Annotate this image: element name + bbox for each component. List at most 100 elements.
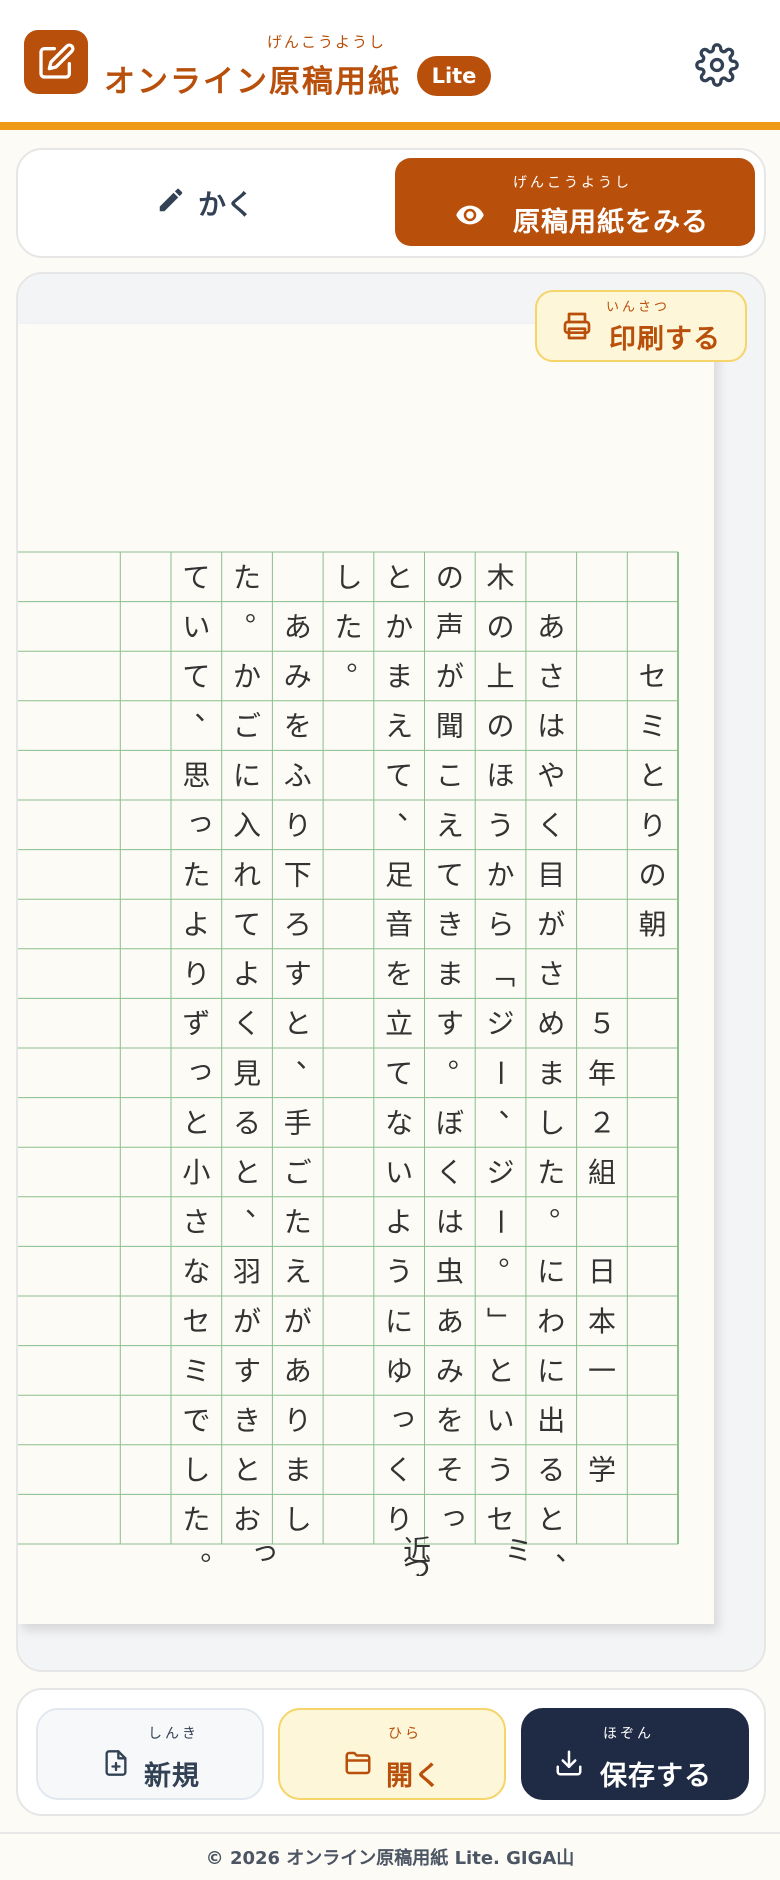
manuscript-char: セ <box>487 1503 515 1536</box>
manuscript-char: と <box>487 1354 515 1387</box>
manuscript-char: ろ <box>284 908 312 941</box>
manuscript-char: え <box>284 1255 312 1288</box>
manuscript-char: ま <box>385 660 413 693</box>
manuscript-char: か <box>385 610 413 643</box>
manuscript-char: う <box>487 809 515 842</box>
manuscript-char: 出 <box>537 1404 565 1437</box>
manuscript-char: ミ <box>182 1354 210 1387</box>
manuscript-char: ２ <box>588 1106 616 1139</box>
manuscript-char: し <box>537 1106 565 1139</box>
manuscript-char: り <box>385 1503 413 1536</box>
manuscript-char: こ <box>436 759 464 792</box>
manuscript-char: ぼ <box>436 1106 464 1139</box>
manuscript-char: ふ <box>284 759 312 792</box>
manuscript-char: し <box>284 1503 312 1536</box>
manuscript-char: め <box>537 1007 565 1040</box>
lite-badge: Lite <box>417 56 491 96</box>
manuscript-char: 本 <box>588 1305 616 1338</box>
manuscript-char: ほ <box>487 759 515 792</box>
manuscript-char: の <box>487 610 515 643</box>
manuscript-char: が <box>537 908 565 941</box>
download-icon <box>553 1748 585 1782</box>
app-title: オンライン原稿用紙 <box>104 64 401 100</box>
manuscript-char: て <box>182 660 210 693</box>
manuscript-char: と <box>639 759 667 792</box>
manuscript-char: セ <box>182 1305 210 1338</box>
manuscript-char: 組 <box>588 1156 616 1189</box>
gear-icon[interactable] <box>692 40 742 90</box>
tab-view-ruby: げんこうようし <box>513 175 632 191</box>
save-button[interactable]: ほぞん 保存する <box>521 1708 749 1800</box>
manuscript-char: と <box>233 1454 261 1487</box>
manuscript-char: 音 <box>385 908 413 941</box>
manuscript-char: わ <box>537 1305 565 1338</box>
manuscript-char: た <box>233 561 261 594</box>
manuscript-char: と <box>284 1007 312 1040</box>
app-title-ruby: げんこうようし <box>267 33 387 51</box>
manuscript-char: 日 <box>588 1255 616 1288</box>
manuscript-char: さ <box>537 660 565 693</box>
folder-icon <box>342 1748 374 1782</box>
open-button[interactable]: ひら 開く <box>278 1708 506 1800</box>
manuscript-char: 。 <box>499 1239 527 1272</box>
manuscript-char: く <box>537 809 565 842</box>
tab-view-manuscript[interactable]: げんこうようし 原稿用紙をみる <box>395 158 755 246</box>
manuscript-char: い <box>385 1156 413 1189</box>
manuscript-char: 声 <box>436 610 464 643</box>
new-button[interactable]: しんき 新規 <box>36 1708 264 1800</box>
manuscript-char: う <box>385 1255 413 1288</box>
manuscript-char: 小 <box>182 1156 210 1189</box>
manuscript-char-overflow: っ <box>251 1534 279 1567</box>
save-ruby: ほぞん <box>603 1726 654 1742</box>
manuscript-char-overflow: ミ <box>505 1534 533 1567</box>
manuscript-char: い <box>487 1404 515 1437</box>
manuscript-char: く <box>233 1007 261 1040</box>
printer-icon <box>561 310 593 346</box>
edit-icon <box>24 30 88 94</box>
manuscript-char: す <box>284 958 312 991</box>
manuscript-char: を <box>284 710 312 743</box>
manuscript-char: 足 <box>385 858 413 891</box>
manuscript-char: ま <box>284 1454 312 1487</box>
manuscript-char: っ <box>440 1499 468 1532</box>
manuscript-char: 。 <box>245 594 273 627</box>
manuscript-char: の <box>436 561 464 594</box>
manuscript-char: が <box>436 660 464 693</box>
manuscript-char: み <box>284 660 312 693</box>
manuscript-char: ま <box>537 1057 565 1090</box>
manuscript-char: 、 <box>296 1041 324 1074</box>
manuscript-char: ら <box>487 908 515 941</box>
manuscript-char: お <box>233 1503 261 1536</box>
manuscript-grid: セミとりの朝５年２組日本一学あさはやく目がさめました。にわに出ると、木の上のほう… <box>18 551 679 1576</box>
manuscript-char: 入 <box>233 809 261 842</box>
manuscript-char: は <box>537 710 565 743</box>
manuscript-char: 朝 <box>639 908 667 941</box>
manuscript-char: り <box>284 1404 312 1437</box>
manuscript-char: が <box>233 1305 261 1338</box>
print-button[interactable]: いんさつ 印刷する <box>535 290 747 362</box>
open-label: 開く <box>386 1761 442 1792</box>
manuscript-char: に <box>385 1305 413 1338</box>
manuscript-char: ご <box>233 710 261 743</box>
manuscript-char: 、 <box>194 694 222 727</box>
manuscript-char: を <box>385 958 413 991</box>
manuscript-char: を <box>436 1404 464 1437</box>
manuscript-char: り <box>639 809 667 842</box>
manuscript-char: 立 <box>385 1007 413 1040</box>
manuscript-char: で <box>182 1404 210 1437</box>
manuscript-char: る <box>233 1106 261 1139</box>
print-ruby: いんさつ <box>606 300 671 315</box>
manuscript-char: と <box>385 561 413 594</box>
tab-write[interactable]: かく <box>18 150 392 256</box>
manuscript-char: と <box>537 1503 565 1536</box>
manuscript-char: た <box>182 858 210 891</box>
manuscript-char: 思 <box>182 759 210 792</box>
tab-write-label: かく <box>197 188 254 221</box>
manuscript-char: て <box>385 1057 413 1090</box>
manuscript-char: り <box>182 958 210 991</box>
manuscript-char: 一 <box>588 1354 616 1387</box>
manuscript-preview[interactable]: セミとりの朝 ５ 年 ２ 組日本一学あさはやく目がさめました。にわに出ると、木の上のほう… <box>16 272 766 1672</box>
manuscript-char: ５ <box>588 1007 616 1040</box>
manuscript-char: よ <box>233 958 261 991</box>
manuscript-char: そ <box>436 1454 464 1487</box>
